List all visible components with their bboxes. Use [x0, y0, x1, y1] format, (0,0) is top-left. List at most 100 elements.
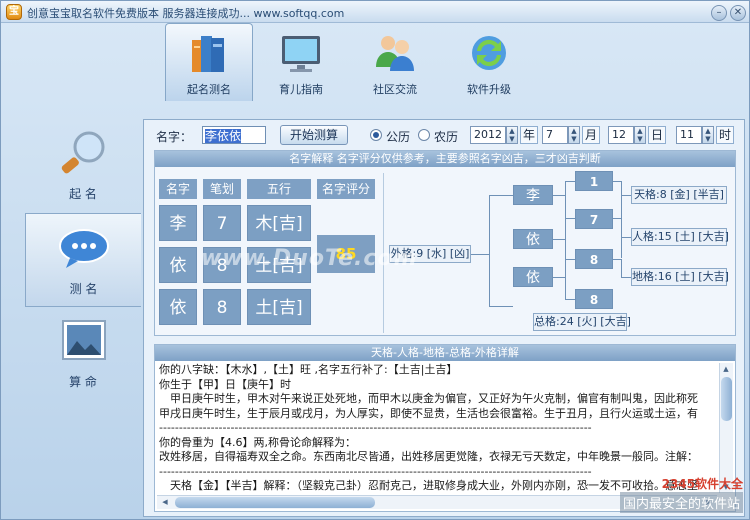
refresh-icon: [472, 36, 506, 70]
connector-line: [621, 277, 631, 278]
year-field[interactable]: 2012: [470, 126, 506, 144]
connector-line: [565, 181, 566, 241]
tab-label: 软件升级: [467, 83, 511, 96]
connector-line: [565, 218, 575, 219]
stroke-sum-box: 1: [575, 171, 613, 191]
details-line: 甲戌日庚午时生，生于辰月或戌月，为人厚实，即使不显贵，生活也会很富裕。生于丑月，…: [159, 406, 698, 420]
sidebar-item-fortune[interactable]: 算 命: [25, 307, 141, 401]
title-bar: 宝 创意宝宝取名软件免费版本 服务器连接成功... www.softqq.com…: [1, 1, 749, 23]
name-value: 李依依: [205, 129, 242, 143]
details-line: ----------------------------------------…: [159, 421, 592, 434]
sidebar-label: 算 命: [69, 375, 97, 389]
connector-line: [553, 277, 565, 278]
tab-label: 社区交流: [373, 83, 417, 96]
grid-name-char: 李: [513, 185, 553, 205]
lunar-calendar-radio[interactable]: [418, 129, 430, 141]
column-header: 名字评分: [317, 179, 375, 199]
column-header: 五行: [247, 179, 311, 199]
month-field[interactable]: 7: [542, 126, 568, 144]
tab-parenting-guide[interactable]: 育儿指南: [257, 23, 345, 101]
start-calculation-button[interactable]: 开始测算: [280, 125, 348, 145]
details-line: 你的骨重为【4.6】两,称骨论命解释为：: [159, 435, 356, 449]
five-element-cell: 木[吉]: [247, 205, 311, 241]
tab-naming[interactable]: 起名测名: [165, 23, 253, 101]
app-logo-icon: 宝: [6, 4, 22, 20]
details-header: 天格-人格-地格-总格-外格详解: [155, 345, 735, 361]
close-button[interactable]: ✕: [730, 5, 746, 21]
sidebar-item-naming[interactable]: 起 名: [25, 119, 141, 213]
window-title: 创意宝宝取名软件免费版本 服务器连接成功... www.softqq.com: [27, 7, 345, 20]
corner-watermark: 2345软件大全 国内最安全的软件站: [619, 475, 743, 513]
name-input[interactable]: 李依依: [202, 126, 266, 144]
horizontal-scroll-thumb[interactable]: [175, 497, 375, 508]
analysis-panel: 名字解释 名字评分仅供参考，主要参照名字凶吉，三才凶吉判断 名字 笔划 五行 名…: [154, 150, 736, 336]
connector-line: [621, 218, 622, 258]
grid-name-char: 依: [513, 267, 553, 287]
details-line: 甲日庚午时生，甲木对午来说正处死地，而甲木以庚金为偏官，又正好为午火克制，偏官有…: [159, 392, 698, 405]
details-text: 你的八字缺：【木水】,【土】旺 ,名字五行补了:【土吉|土吉】 你生于【甲】日【…: [159, 363, 711, 493]
sidebar: 起 名 测 名 算 命: [25, 119, 141, 401]
lunar-calendar-label: 农历: [434, 130, 459, 144]
name-char-cell: 依: [159, 289, 197, 325]
tab-community[interactable]: 社区交流: [351, 23, 439, 101]
column-header: 名字: [159, 179, 197, 199]
watermark: www.DuoTe.com: [201, 246, 418, 271]
connector-line: [613, 218, 621, 219]
connector-line: [553, 195, 565, 196]
connector-line: [621, 181, 622, 218]
hour-spinner[interactable]: ▲ ▼: [702, 126, 714, 144]
connector-line: [489, 195, 490, 306]
connector-line: [553, 239, 565, 240]
connector-line: [489, 306, 513, 307]
app-window: 宝 创意宝宝取名软件免费版本 服务器连接成功... www.softqq.com…: [0, 0, 750, 520]
scroll-left-arrow-icon[interactable]: ◀: [159, 496, 171, 508]
sidebar-item-test-name[interactable]: 测 名: [25, 213, 141, 307]
tab-software-update[interactable]: 软件升级: [445, 23, 533, 101]
connector-line: [471, 254, 489, 255]
stroke-sum-box: 7: [575, 209, 613, 229]
connector-line: [565, 299, 575, 300]
stroke-count-cell: 8: [203, 289, 241, 325]
vertical-scroll-thumb[interactable]: [721, 377, 732, 421]
name-label: 名字：: [156, 130, 193, 144]
earth-grid-label: 地格:16 [土] [大吉]: [631, 268, 729, 286]
name-char-cell: 李: [159, 205, 197, 241]
day-spinner[interactable]: ▲ ▼: [634, 126, 646, 144]
five-element-cell: 土[吉]: [247, 289, 311, 325]
sidebar-label: 起 名: [69, 187, 97, 201]
sidebar-label: 测 名: [69, 282, 98, 296]
stroke-count-cell: 7: [203, 205, 241, 241]
connector-line: [621, 259, 622, 277]
name-char-cell: 依: [159, 247, 197, 283]
hour-field[interactable]: 11: [676, 126, 702, 144]
chat-bubble-icon: [59, 229, 109, 268]
solar-calendar-radio[interactable]: [370, 129, 382, 141]
total-grid-label: 总格:24 [火] [大吉]: [533, 313, 631, 331]
person-grid-label: 人格:15 [土] [大吉]: [631, 228, 729, 246]
scroll-up-arrow-icon[interactable]: ▲: [720, 363, 732, 375]
day-field[interactable]: 12: [608, 126, 634, 144]
minimize-button[interactable]: –: [711, 5, 727, 21]
watermark-slogan: 国内最安全的软件站: [619, 492, 743, 513]
connector-line: [613, 181, 621, 182]
grid-name-char: 依: [513, 229, 553, 249]
connector-line: [565, 259, 575, 260]
analysis-header: 名字解释 名字评分仅供参考，主要参照名字凶吉，三才凶吉判断: [155, 151, 735, 167]
details-line: 你的八字缺：【木水】,【土】旺 ,名字五行补了:【土吉|土吉】: [159, 363, 458, 376]
tab-label: 育儿指南: [279, 83, 323, 96]
books-icon: [192, 36, 224, 72]
hour-unit: 时: [716, 126, 734, 144]
day-unit: 日: [648, 126, 666, 144]
year-spinner[interactable]: ▲ ▼: [506, 126, 518, 144]
connector-line: [621, 237, 631, 238]
vertical-scrollbar[interactable]: ▲ ▼: [719, 363, 733, 493]
monitor-icon: [282, 36, 320, 72]
details-line: 你生于【甲】日【庚午】时: [159, 377, 291, 391]
connector-line: [565, 181, 575, 182]
picture-icon: [62, 320, 106, 360]
name-test-panel: 名字： 李依依 开始测算 公历 农历 2012 ▲ ▼ 年 7 ▲ ▼ 月 12 ▲…: [143, 119, 745, 517]
month-unit: 月: [582, 126, 600, 144]
tab-label: 起名测名: [187, 83, 231, 96]
month-spinner[interactable]: ▲ ▼: [568, 126, 580, 144]
year-unit: 年: [520, 126, 538, 144]
